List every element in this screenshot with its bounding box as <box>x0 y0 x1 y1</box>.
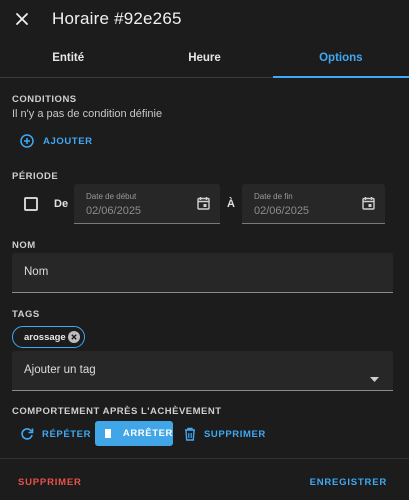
remove-tag-icon[interactable] <box>68 331 80 346</box>
dropdown-arrow-icon[interactable] <box>370 369 379 387</box>
delete-button[interactable]: SUPPRIMER <box>18 477 82 488</box>
calendar-icon[interactable] <box>362 196 375 215</box>
tab-options[interactable]: Options <box>272 38 409 78</box>
period-from-label: De <box>54 198 69 210</box>
close-icon[interactable] <box>12 9 32 29</box>
delete-after-label: SUPPRIMER <box>204 428 266 440</box>
name-field[interactable]: Nom <box>12 253 393 293</box>
stop-button[interactable]: ARRÊTER <box>95 421 173 446</box>
add-condition-button[interactable]: AJOUTER <box>20 134 93 148</box>
save-button[interactable]: ENREGISTRER <box>310 477 387 488</box>
period-checkbox[interactable] <box>24 197 38 211</box>
start-date-label: Date de début <box>86 192 137 201</box>
start-date-value: 02/06/2025 <box>86 205 142 217</box>
name-value: Nom <box>24 266 49 278</box>
add-tag-field[interactable]: Ajouter un tag <box>12 351 393 391</box>
tab-time[interactable]: Heure <box>136 38 272 77</box>
tag-chip-label: arossage <box>24 331 66 343</box>
end-date-label: Date de fin <box>254 192 293 201</box>
tab-entity[interactable]: Entité <box>0 38 136 77</box>
stop-label: ARRÊTER <box>122 428 173 439</box>
completion-label: COMPORTEMENT APRÈS L'ACHÈVEMENT <box>12 406 222 417</box>
tag-chip[interactable]: arossage <box>12 326 85 348</box>
tab-bar: Entité Heure Options <box>0 38 409 78</box>
start-date-field[interactable]: Date de début 02/06/2025 <box>74 184 220 224</box>
end-date-value: 02/06/2025 <box>254 205 310 217</box>
add-tag-placeholder: Ajouter un tag <box>24 364 96 376</box>
dialog-header: Horaire #92e265 <box>0 0 409 38</box>
period-label: PÉRIODE <box>12 171 59 182</box>
conditions-empty-text: Il n'y a pas de condition définie <box>12 108 163 120</box>
trash-icon <box>184 427 196 441</box>
repeat-button[interactable]: RÉPÉTER <box>20 427 91 441</box>
footer-divider <box>0 458 409 459</box>
end-date-field[interactable]: Date de fin 02/06/2025 <box>242 184 385 224</box>
calendar-icon[interactable] <box>197 196 210 215</box>
name-label: NOM <box>12 240 36 251</box>
stop-icon <box>105 429 111 438</box>
tags-label: TAGS <box>12 309 40 320</box>
delete-after-button[interactable]: SUPPRIMER <box>184 427 266 441</box>
dialog-title: Horaire #92e265 <box>52 9 182 28</box>
period-to-label: À <box>227 198 235 210</box>
plus-circle-icon <box>20 134 34 148</box>
repeat-icon <box>20 427 34 441</box>
add-condition-label: AJOUTER <box>43 135 93 147</box>
conditions-label: CONDITIONS <box>12 94 77 105</box>
repeat-label: RÉPÉTER <box>42 428 92 440</box>
